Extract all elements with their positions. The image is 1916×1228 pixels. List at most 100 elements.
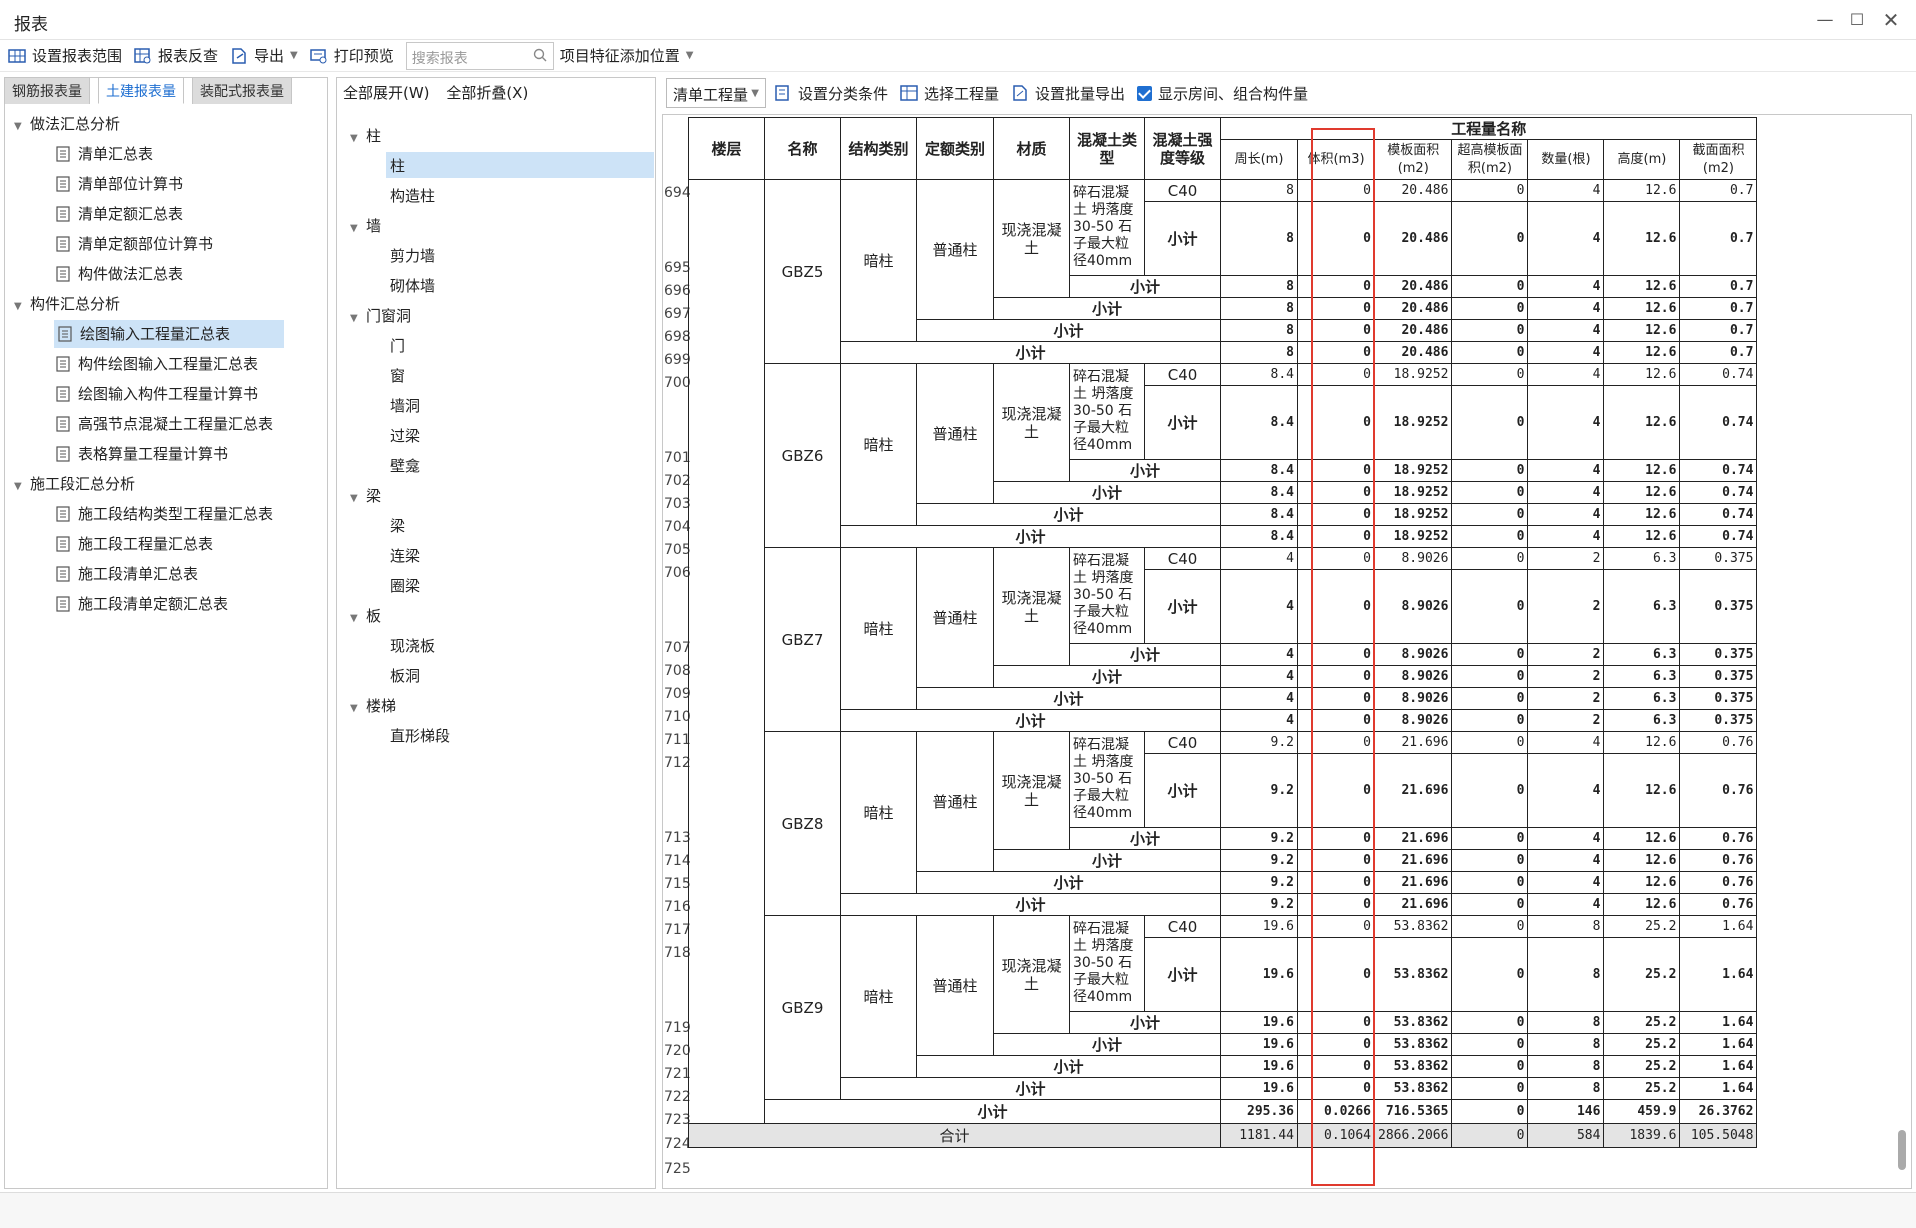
report-doc-icon	[56, 386, 70, 402]
report-doc-icon	[58, 326, 72, 342]
select-quantity-button[interactable]: 选择工程量	[900, 78, 999, 108]
row-number: 714	[664, 853, 691, 869]
component-item-4-3[interactable]: 圈梁	[390, 572, 420, 600]
tree-item-3-4[interactable]: 施工段清单定额汇总表	[56, 590, 228, 618]
component-item-3-4[interactable]: 过梁	[390, 422, 420, 450]
cell-height: 12.6	[1603, 753, 1681, 828]
component-item-3-2[interactable]: 窗	[390, 362, 405, 390]
cell-subtotal-label: 小计	[993, 665, 1221, 688]
component-item-2-1[interactable]: 剪力墙	[390, 242, 435, 270]
component-item-3-3[interactable]: 墙洞	[390, 392, 420, 420]
tree-item-2-5[interactable]: 表格算量工程量计算书	[56, 440, 228, 468]
cell-subtotal-label: 小计	[764, 1099, 1221, 1124]
row-number: 718	[664, 945, 691, 961]
tab-prefab[interactable]: 装配式报表量	[192, 77, 292, 104]
collapse-all-button[interactable]: 全部折叠(X)	[446, 84, 528, 102]
tree-item-1-2[interactable]: 清单部位计算书	[56, 170, 183, 198]
component-item-1-2[interactable]: 构造柱	[390, 182, 435, 210]
row-number: 696	[664, 283, 691, 299]
status-bar	[0, 1192, 1916, 1228]
tree-group-3[interactable]: ▼ 施工段汇总分析	[14, 470, 135, 498]
component-item-5-2[interactable]: 板洞	[390, 662, 420, 690]
component-category-1[interactable]: ▼ 柱	[350, 122, 381, 150]
tree-item-3-3[interactable]: 施工段清单汇总表	[56, 560, 198, 588]
component-item-1-1[interactable]: 柱	[390, 152, 405, 180]
cell-formwork: 53.8362	[1373, 1077, 1453, 1100]
tab-rebar[interactable]: 钢筋报表量	[4, 77, 90, 104]
cell-grade: C40	[1144, 363, 1221, 386]
component-item-3-5[interactable]: 壁龛	[390, 452, 420, 480]
component-item-4-1[interactable]: 梁	[390, 512, 405, 540]
cell-count: 4	[1527, 827, 1605, 850]
table-icon	[900, 85, 918, 101]
checkbox-checked-icon[interactable]	[1137, 85, 1153, 101]
tree-item-1-4[interactable]: 清单定额部位计算书	[56, 230, 213, 258]
expand-toggle-icon[interactable]: ▼	[350, 605, 366, 633]
maximize-icon[interactable]: ☐	[1840, 6, 1874, 34]
set-category-button[interactable]: 设置分类条件	[774, 78, 888, 108]
batch-export-button[interactable]: 设置批量导出	[1011, 78, 1125, 108]
cell-height: 12.6	[1603, 201, 1681, 276]
minimize-icon[interactable]: —	[1808, 6, 1842, 34]
tree-item-3-2[interactable]: 施工段工程量汇总表	[56, 530, 213, 558]
export-button[interactable]: 导出 ▼	[230, 41, 298, 71]
tree-item-3-1[interactable]: 施工段结构类型工程量汇总表	[56, 500, 273, 528]
print-preview-button[interactable]: 打印预览	[310, 41, 394, 71]
tree-item-1-1[interactable]: 清单汇总表	[56, 140, 153, 168]
expand-toggle-icon[interactable]: ▼	[350, 215, 366, 243]
cell-perimeter: 4	[1220, 643, 1298, 666]
tab-civil[interactable]: 土建报表量	[98, 77, 184, 104]
component-category-4[interactable]: ▼ 梁	[350, 482, 381, 510]
table-row-grand-total: 合计 1181.44 0.1064 2866.2066 0 584 1839.6 105.50…	[688, 1123, 1758, 1148]
expand-all-button[interactable]: 全部展开(W)	[343, 84, 430, 102]
cell-perimeter: 4	[1220, 547, 1298, 570]
expand-toggle-icon[interactable]: ▼	[350, 695, 366, 723]
component-category-3[interactable]: ▼ 门窗洞	[350, 302, 411, 330]
cell-section: 1.64	[1679, 1077, 1758, 1100]
tree-item-1-3[interactable]: 清单定额汇总表	[56, 200, 183, 228]
cell-height: 12.6	[1603, 297, 1681, 320]
close-icon[interactable]: ✕	[1874, 6, 1908, 34]
reverse-check-button[interactable]: 报表反查	[134, 41, 218, 71]
grid-icon	[8, 48, 26, 63]
add-feature-dropdown[interactable]: 项目特征添加位置 ▼	[560, 41, 694, 71]
component-item-4-2[interactable]: 连梁	[390, 542, 420, 570]
tree-item-2-4[interactable]: 高强节点混凝土工程量汇总表	[56, 410, 273, 438]
tree-item-2-1[interactable]: 绘图输入工程量汇总表	[54, 320, 284, 348]
tree-item-1-5[interactable]: 构件做法汇总表	[56, 260, 183, 288]
component-category-6[interactable]: ▼ 楼梯	[350, 692, 396, 720]
cell-component-name: GBZ6	[764, 363, 841, 548]
search-icon[interactable]	[533, 48, 547, 62]
component-item-6-1[interactable]: 直形梯段	[390, 722, 450, 750]
component-category-5[interactable]: ▼ 板	[350, 602, 381, 630]
report-doc-icon	[56, 146, 70, 162]
tree-item-2-3[interactable]: 绘图输入构件工程量计算书	[56, 380, 258, 408]
quantity-type-select[interactable]: 清单工程量 ▼	[666, 78, 766, 108]
component-item-5-1[interactable]: 现浇板	[390, 632, 435, 660]
cell-high-formwork: 0	[1451, 1123, 1529, 1148]
expand-toggle-icon[interactable]: ▼	[14, 113, 30, 141]
expand-toggle-icon[interactable]: ▼	[14, 293, 30, 321]
cell-count: 4	[1527, 201, 1605, 276]
report-doc-icon	[56, 176, 70, 192]
cell-high-formwork: 0	[1451, 687, 1529, 710]
component-category-2[interactable]: ▼ 墙	[350, 212, 381, 240]
expand-toggle-icon[interactable]: ▼	[350, 485, 366, 513]
show-rooms-checkbox[interactable]: 显示房间、组合构件量	[1137, 78, 1308, 108]
row-number: 701	[664, 450, 691, 466]
component-item-2-2[interactable]: 砌体墙	[390, 272, 435, 300]
set-range-button[interactable]: 设置报表范围	[8, 41, 122, 71]
cell-subtotal-label: 小计	[1144, 201, 1221, 276]
header-material: 材质	[993, 117, 1070, 180]
expand-toggle-icon[interactable]: ▼	[350, 305, 366, 333]
cell-formwork: 18.9252	[1373, 503, 1453, 526]
search-input[interactable]: 搜索报表	[405, 41, 554, 70]
vertical-scrollbar[interactable]	[1898, 1130, 1906, 1170]
tree-group-2[interactable]: ▼ 构件汇总分析	[14, 290, 120, 318]
tree-group-1[interactable]: ▼ 做法汇总分析	[14, 110, 120, 138]
expand-toggle-icon[interactable]: ▼	[14, 473, 30, 501]
cell-high-formwork: 0	[1451, 297, 1529, 320]
component-item-3-1[interactable]: 门	[390, 332, 405, 360]
expand-toggle-icon[interactable]: ▼	[350, 125, 366, 153]
tree-item-2-2[interactable]: 构件绘图输入工程量汇总表	[56, 350, 258, 378]
